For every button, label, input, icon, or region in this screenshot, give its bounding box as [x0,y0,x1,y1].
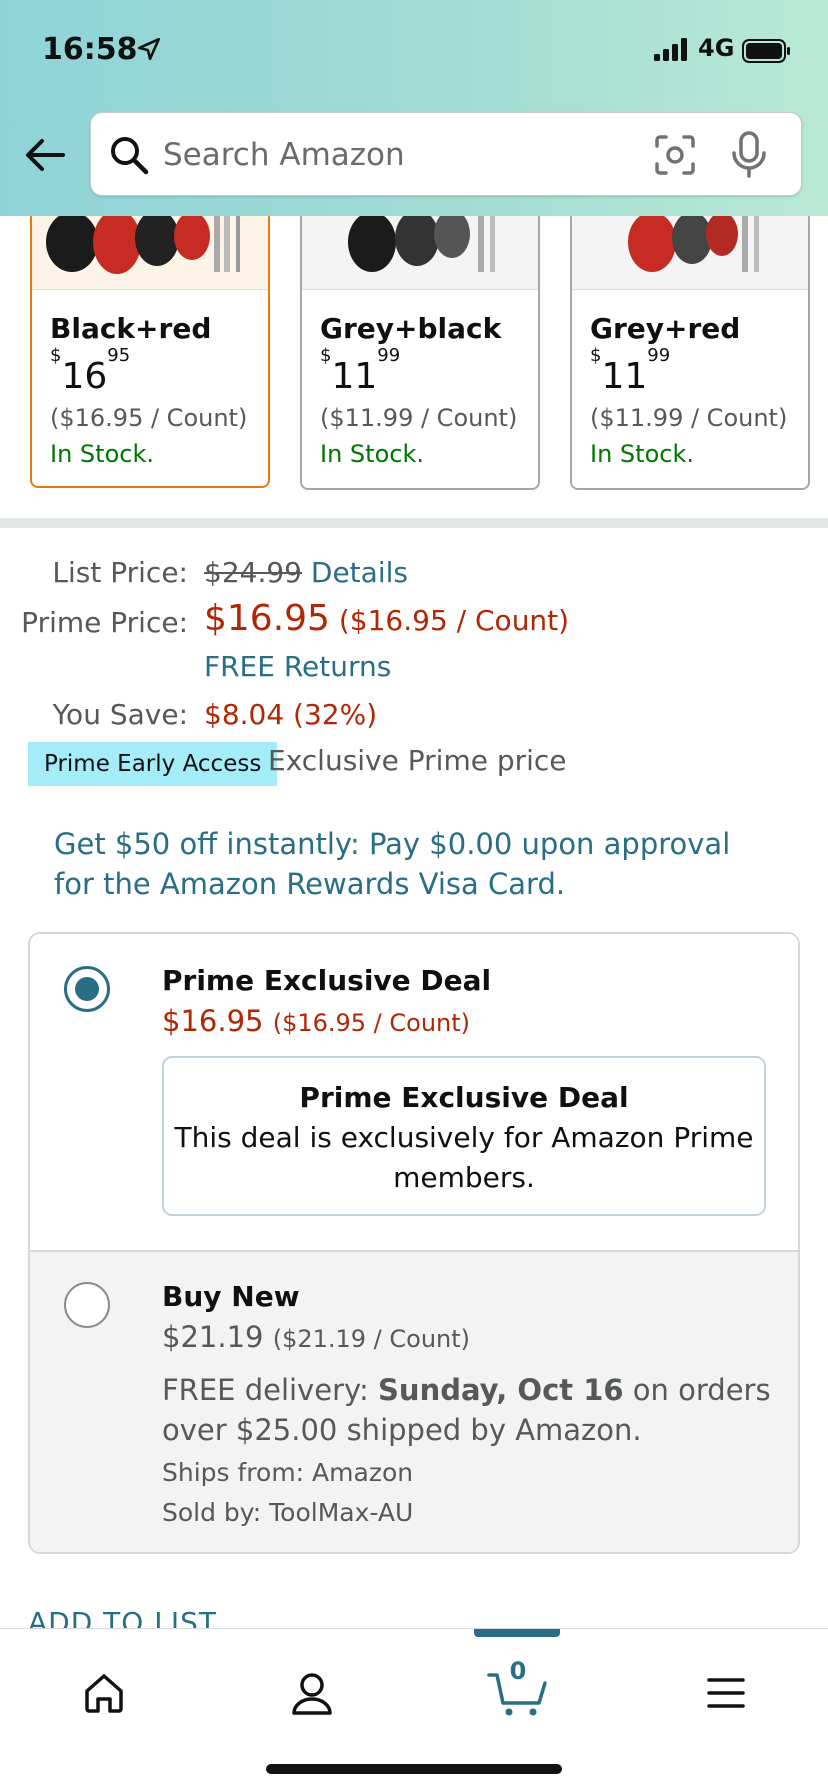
variant-name: Black+red [50,312,212,345]
prime-price-value: $16.95 [204,598,330,639]
variant-name: Grey+black [320,312,502,345]
option-prime-exclusive-deal[interactable]: Prime Exclusive Deal $16.95 ($16.95 / Co… [30,934,798,1250]
list-price-row: $24.99 Details [204,556,408,589]
section-divider [0,518,828,528]
you-save-label: You Save: [52,698,188,731]
app-header: 16:58 4G [0,0,828,216]
prime-price-row: $16.95 ($16.95 / Count) [204,598,569,639]
exclusive-prime-price-text: Exclusive Prime price [268,744,567,777]
signal-icon [654,38,687,61]
cart-active-indicator [474,1629,560,1637]
buying-options: Prime Exclusive Deal $16.95 ($16.95 / Co… [28,932,800,1554]
option-title: Prime Exclusive Deal [162,964,492,997]
option-price: $16.95 ($16.95 / Count) [162,1004,471,1038]
nav-home[interactable] [64,1653,144,1733]
back-button[interactable] [22,132,68,178]
radio-unselected-icon[interactable] [64,1282,110,1328]
prime-price-unit: ($16.95 / Count) [338,604,570,637]
search-input[interactable] [163,131,633,179]
rewards-visa-promo-link[interactable]: Get $50 off instantly: Pay $0.00 upon ap… [54,824,774,904]
battery-icon [742,39,790,63]
variant-price: $1199 [320,345,401,397]
cart-count: 0 [509,1657,527,1685]
prime-early-access-badge: Prime Early Access [28,742,278,786]
variant-unit-price: ($11.99 / Count) [590,404,788,432]
network-type: 4G [698,34,735,62]
nav-menu[interactable] [686,1653,766,1733]
search-icon [111,137,149,175]
menu-icon [707,1678,745,1708]
variant-price: $1695 [50,345,131,397]
details-link[interactable]: Details [311,556,408,589]
status-time: 16:58 [42,32,138,67]
deal-box-text: This deal is exclusively for Amazon Prim… [174,1121,754,1194]
variant-stock: In Stock. [50,440,154,468]
variant-stock: In Stock. [590,440,694,468]
account-icon [292,1673,332,1715]
back-arrow-icon [26,139,65,171]
home-icon [85,1674,123,1713]
variant-price: $1199 [590,345,671,397]
sold-by: Sold by: ToolMax-AU [162,1498,414,1527]
list-price-label: List Price: [52,556,188,589]
radio-selected-icon[interactable] [64,966,110,1012]
variant-name: Grey+red [590,312,741,345]
location-arrow-icon [137,37,161,61]
status-bar: 16:58 4G [0,30,828,70]
deal-box-title: Prime Exclusive Deal [299,1081,629,1114]
option-title: Buy New [162,1280,300,1313]
home-indicator [266,1764,562,1774]
variant-stock: In Stock. [320,440,424,468]
search-bar[interactable] [90,112,802,196]
variant-unit-price: ($16.95 / Count) [50,404,248,432]
option-buy-new[interactable]: Buy New $21.19 ($21.19 / Count) FREE del… [30,1250,798,1552]
you-save-value: $8.04 (32%) [204,698,378,731]
list-price-value: $24.99 [204,556,302,589]
mic-icon[interactable] [731,131,767,179]
option-price: $21.19 ($21.19 / Count) [162,1320,471,1354]
delivery-info: FREE delivery: Sunday, Oct 16 on orders … [162,1373,771,1447]
ships-from: Ships from: Amazon [162,1458,414,1487]
prime-deal-info-box: Prime Exclusive Deal This deal is exclus… [162,1056,766,1216]
nav-account[interactable] [272,1653,352,1733]
nav-cart[interactable]: 0 [478,1653,558,1733]
prime-price-label: Prime Price: [21,606,188,639]
camera-icon[interactable] [653,133,697,177]
free-returns-link[interactable]: FREE Returns [204,650,391,683]
variant-unit-price: ($11.99 / Count) [320,404,518,432]
